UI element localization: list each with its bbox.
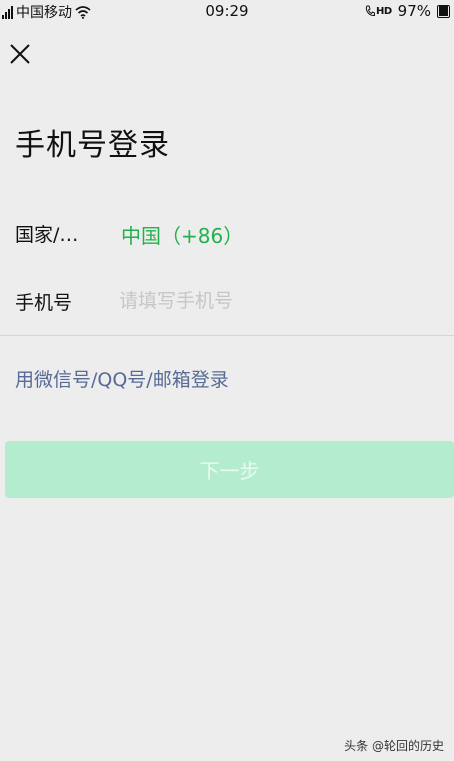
phone-input[interactable] — [119, 284, 439, 318]
battery-percent: 97% — [397, 2, 431, 20]
alt-login-link[interactable]: 用微信号/QQ号/邮箱登录 — [15, 365, 229, 392]
phone-icon — [365, 5, 375, 17]
phone-row: 手机号 — [0, 276, 454, 326]
country-row[interactable]: 国家/… 中国（+86） — [0, 208, 454, 258]
battery-icon — [437, 4, 450, 18]
hd-call-icon: HD — [365, 5, 392, 17]
close-icon[interactable] — [8, 42, 32, 66]
hd-label: HD — [375, 5, 392, 17]
phone-label: 手机号 — [15, 292, 73, 314]
status-bar: 中国移动 09:29 HD 97% — [0, 0, 454, 24]
next-button[interactable]: 下一步 — [5, 441, 454, 498]
status-right: HD 97% — [365, 2, 450, 20]
watermark: 头条 @轮回的历史 — [344, 739, 444, 753]
page-title: 手机号登录 — [15, 128, 170, 163]
divider — [0, 335, 454, 336]
country-value[interactable]: 中国（+86） — [121, 220, 243, 249]
country-label: 国家/… — [15, 224, 79, 246]
